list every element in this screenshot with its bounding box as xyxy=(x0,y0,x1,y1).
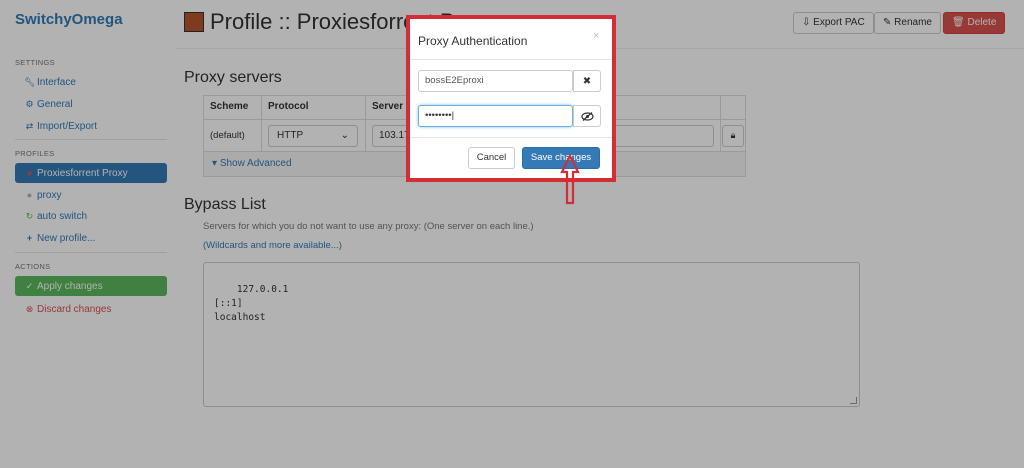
dialog-footer-divider xyxy=(410,137,612,138)
dialog-header-divider xyxy=(410,59,612,60)
clear-username-icon[interactable]: ✖ xyxy=(573,70,601,92)
username-field[interactable]: bossE2Eproxi xyxy=(418,70,573,92)
cancel-button[interactable]: Cancel xyxy=(468,147,515,169)
password-field[interactable]: ••••••••| xyxy=(418,105,573,127)
pointer-arrow-icon xyxy=(560,154,580,205)
dialog-title: Proxy Authentication xyxy=(418,34,528,48)
eye-slash-svg xyxy=(580,111,594,121)
eye-slash-icon[interactable] xyxy=(573,105,601,127)
close-icon[interactable]: × xyxy=(593,30,599,42)
highlight-frame: Proxy Authentication × bossE2Eproxi ✖ ••… xyxy=(406,15,616,182)
proxy-auth-dialog: Proxy Authentication × bossE2Eproxi ✖ ••… xyxy=(410,19,612,178)
